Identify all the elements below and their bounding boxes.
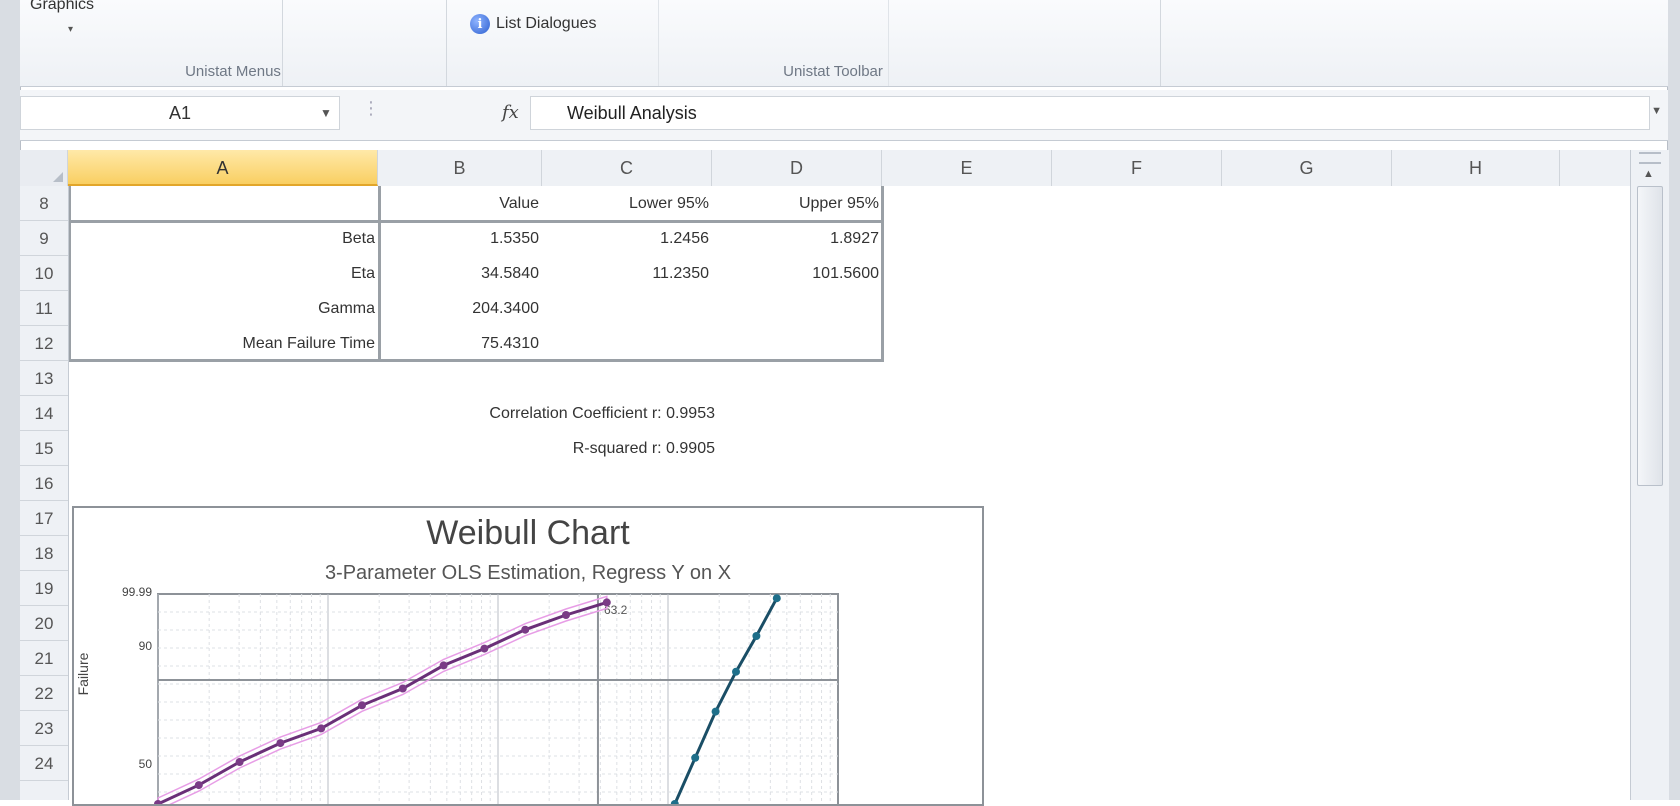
data-point <box>235 758 244 766</box>
table-cell[interactable]: 204.3400 <box>379 291 543 326</box>
data-point <box>194 781 203 790</box>
table-border <box>69 359 883 362</box>
rsquared-text[interactable]: R-squared r: 0.9905 <box>219 431 719 466</box>
table-header-upper[interactable]: Upper 95% <box>713 186 883 221</box>
group-label-menus: Unistat Menus <box>185 63 281 80</box>
table-header-value[interactable]: Value <box>379 186 543 221</box>
y-tick-label: 50 <box>139 757 153 771</box>
row-header[interactable]: 22 <box>20 676 68 711</box>
table-cell[interactable]: 1.2456 <box>543 221 713 256</box>
chart-plot: 63.299.999050Failure <box>75 585 839 804</box>
select-all-corner[interactable] <box>20 150 68 186</box>
ribbon-group-empty: Unistat Menus <box>185 0 447 86</box>
formula-bar-grip-icon: ⋮ <box>362 98 380 118</box>
scroll-up-icon[interactable]: ▲ <box>1643 168 1654 180</box>
data-point <box>317 724 326 733</box>
y-tick-label: 99.99 <box>122 585 152 599</box>
row-header[interactable]: 10 <box>20 256 68 291</box>
table-cell[interactable]: 1.8927 <box>713 221 883 256</box>
table-cell[interactable]: 101.5600 <box>713 256 883 291</box>
table-cell[interactable]: 34.5840 <box>379 256 543 291</box>
row-headers: 8 9 10 11 12 13 14 15 16 17 18 19 20 21 … <box>20 186 69 800</box>
row-header[interactable]: 18 <box>20 536 68 571</box>
column-header-h[interactable]: H <box>1392 150 1560 186</box>
window-frame-left <box>0 0 21 800</box>
name-box[interactable]: A1 <box>20 96 340 130</box>
row-header[interactable]: 19 <box>20 571 68 606</box>
table-row-label[interactable]: Eta <box>69 256 379 291</box>
weibull-chart[interactable]: Weibull Chart 3-Parameter OLS Estimation… <box>72 506 984 806</box>
list-dialogues-label: List Dialogues <box>496 15 597 32</box>
data-point <box>521 625 530 634</box>
data-point <box>691 753 700 762</box>
y-tick-label: 90 <box>139 639 153 653</box>
table-border <box>69 220 883 223</box>
column-header-a[interactable]: A <box>68 150 378 186</box>
expand-formula-icon[interactable]: ▼ <box>1651 105 1662 117</box>
row-header[interactable]: 23 <box>20 711 68 746</box>
info-icon: i <box>470 14 490 34</box>
data-point <box>752 632 761 640</box>
table-cell[interactable]: 11.2350 <box>543 256 713 291</box>
row-header[interactable]: 11 <box>20 291 68 326</box>
column-header-e[interactable]: E <box>882 150 1052 186</box>
data-point <box>772 594 781 603</box>
table-border <box>378 186 381 362</box>
row-header[interactable]: 17 <box>20 501 68 536</box>
data-point <box>602 598 611 607</box>
row-header[interactable]: 12 <box>20 326 68 361</box>
name-box-dropdown-icon[interactable]: ▼ <box>320 106 332 120</box>
row-header[interactable]: 24 <box>20 746 68 781</box>
scrollbar-thumb[interactable] <box>1637 186 1663 486</box>
row-header[interactable]: 15 <box>20 431 68 466</box>
insert-function-icon[interactable]: fx <box>502 102 519 123</box>
row-header[interactable]: 13 <box>20 361 68 396</box>
formula-input[interactable]: Weibull Analysis <box>530 96 1650 130</box>
table-row-label[interactable]: Gamma <box>69 291 379 326</box>
group-label-toolbar: Unistat Toolbar <box>783 63 883 80</box>
table-cell[interactable]: 75.4310 <box>379 326 543 361</box>
data-point <box>562 611 570 619</box>
column-header-b[interactable]: B <box>378 150 542 186</box>
data-point <box>398 684 407 693</box>
correlation-text[interactable]: Correlation Coefficient r: 0.9953 <box>219 396 719 431</box>
formula-bar: A1 ▼ ⋮ fx Weibull Analysis ▼ <box>20 90 1668 141</box>
graphics-button-label[interactable]: Graphics <box>30 0 94 14</box>
data-point <box>711 707 720 716</box>
row-header[interactable]: 14 <box>20 396 68 431</box>
row-header[interactable]: 20 <box>20 606 68 641</box>
row-header[interactable]: 21 <box>20 641 68 676</box>
split-handle-icon[interactable] <box>1639 152 1661 164</box>
table-row-label[interactable]: Mean Failure Time <box>69 326 379 361</box>
row-header[interactable]: 9 <box>20 221 68 256</box>
table-row-label[interactable]: Beta <box>69 221 379 256</box>
table-header-lower[interactable]: Lower 95% <box>543 186 713 221</box>
vertical-scrollbar[interactable]: ▲ <box>1630 150 1669 800</box>
list-dialogues-button[interactable]: i List Dialogues <box>470 14 597 34</box>
ribbon-group-toolbar-b: Unistat Toolbar <box>783 0 1161 86</box>
column-header-f[interactable]: F <box>1052 150 1222 186</box>
table-border <box>69 186 71 362</box>
data-point <box>480 644 489 653</box>
column-header-c[interactable]: C <box>542 150 712 186</box>
table-border <box>881 186 884 362</box>
chevron-down-icon[interactable]: ▾ <box>68 24 73 35</box>
column-header-d[interactable]: D <box>712 150 882 186</box>
data-point <box>732 667 740 676</box>
column-header-g[interactable]: G <box>1222 150 1392 186</box>
column-headers: A B C D E F G H <box>20 150 1630 187</box>
y-axis-label: Failure <box>75 652 91 695</box>
data-point <box>358 701 366 710</box>
data-point <box>276 739 285 748</box>
row-header[interactable]: 8 <box>20 186 68 221</box>
table-cell[interactable]: 1.5350 <box>379 221 543 256</box>
data-point <box>439 661 448 670</box>
row-header[interactable]: 16 <box>20 466 68 501</box>
ribbon: Graphics ▾ Unistat Menus i List Dialogue… <box>20 0 1668 87</box>
